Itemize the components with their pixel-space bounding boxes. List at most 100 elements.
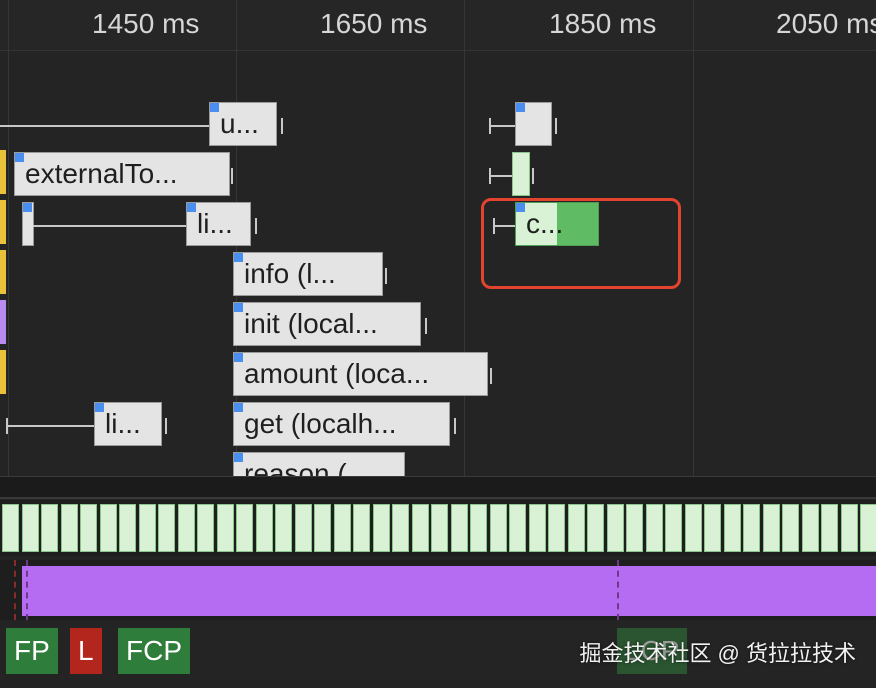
frame-cell[interactable] bbox=[294, 504, 312, 552]
whisker-cap bbox=[281, 118, 283, 134]
flame-bar-label: li... bbox=[105, 408, 141, 439]
frame-cell[interactable] bbox=[743, 504, 760, 552]
frame-cell[interactable] bbox=[158, 504, 175, 552]
frame-cell[interactable] bbox=[333, 504, 351, 552]
frame-cell[interactable] bbox=[860, 504, 876, 552]
frame-cell[interactable] bbox=[216, 504, 234, 552]
bar-corner-marker bbox=[234, 353, 243, 362]
frame-cell[interactable] bbox=[704, 504, 721, 552]
flame-bar-label: u... bbox=[220, 108, 259, 139]
frame-cell[interactable] bbox=[450, 504, 468, 552]
duration-whisker bbox=[6, 425, 95, 427]
frame-cell[interactable] bbox=[60, 504, 78, 552]
bar-corner-marker bbox=[95, 403, 104, 412]
duration-whisker bbox=[489, 175, 513, 177]
flame-bar-label: init (local... bbox=[244, 308, 378, 339]
watermark-text: 掘金技术社区 @ 货拉拉技术 bbox=[579, 641, 856, 666]
flame-bar-green-small[interactable] bbox=[512, 152, 530, 196]
frame-cell[interactable] bbox=[587, 504, 604, 552]
marker-dashed-line bbox=[617, 560, 619, 620]
whisker-cap bbox=[425, 318, 427, 334]
frame-cell[interactable] bbox=[138, 504, 156, 552]
timing-marker-l[interactable]: L bbox=[70, 628, 102, 674]
frame-cell[interactable] bbox=[509, 504, 526, 552]
time-ruler[interactable]: 1450 ms 1650 ms 1850 ms 2050 ms bbox=[0, 0, 876, 51]
flame-bar-u[interactable]: u... bbox=[209, 102, 277, 146]
frame-cell[interactable] bbox=[275, 504, 292, 552]
whisker-cap bbox=[532, 168, 534, 184]
flame-bar-label: get (localh... bbox=[244, 408, 397, 439]
flame-bar-amount[interactable]: amount (loca... bbox=[233, 352, 488, 396]
frame-cell[interactable] bbox=[684, 504, 702, 552]
main-task-block[interactable] bbox=[22, 566, 876, 616]
frame-cell[interactable] bbox=[840, 504, 858, 552]
main-thread-track[interactable] bbox=[0, 560, 876, 620]
frame-cell[interactable] bbox=[80, 504, 97, 552]
whisker-cap bbox=[255, 218, 257, 234]
marker-dashed-line bbox=[14, 560, 16, 620]
whisker-cap bbox=[385, 268, 387, 284]
frame-cell[interactable] bbox=[801, 504, 819, 552]
frame-cell[interactable] bbox=[314, 504, 331, 552]
frame-cell[interactable] bbox=[2, 504, 19, 552]
frame-cell[interactable] bbox=[197, 504, 214, 552]
tick-label-1650: 1650 ms bbox=[320, 8, 428, 39]
frame-cell[interactable] bbox=[236, 504, 253, 552]
frame-cell[interactable] bbox=[99, 504, 117, 552]
flame-bar-li-1[interactable]: li... bbox=[186, 202, 251, 246]
tick-label-2050: 2050 ms bbox=[776, 8, 876, 39]
frame-cell[interactable] bbox=[626, 504, 643, 552]
whisker-cap bbox=[555, 118, 557, 134]
frame-cell[interactable] bbox=[470, 504, 487, 552]
frame-cell[interactable] bbox=[431, 504, 448, 552]
frame-cell[interactable] bbox=[645, 504, 663, 552]
frame-cell[interactable] bbox=[21, 504, 39, 552]
marker-dashed-line bbox=[26, 560, 28, 620]
track-divider[interactable] bbox=[0, 476, 876, 499]
frame-cell[interactable] bbox=[41, 504, 58, 552]
flame-bar-external-to[interactable]: externalTo... bbox=[14, 152, 230, 196]
frame-cell[interactable] bbox=[548, 504, 565, 552]
edge-strip bbox=[0, 200, 6, 244]
bar-corner-marker bbox=[210, 103, 219, 112]
flame-bar-tiny[interactable] bbox=[22, 202, 34, 246]
frame-cell[interactable] bbox=[528, 504, 546, 552]
frame-cell[interactable] bbox=[489, 504, 507, 552]
frame-cell[interactable] bbox=[723, 504, 741, 552]
frame-cell[interactable] bbox=[353, 504, 370, 552]
bar-corner-marker bbox=[15, 153, 24, 162]
timing-marker-fp[interactable]: FP bbox=[6, 628, 58, 674]
frame-cell[interactable] bbox=[606, 504, 624, 552]
flame-bar-info[interactable]: info (l... bbox=[233, 252, 383, 296]
flame-bar-get[interactable]: get (localh... bbox=[233, 402, 450, 446]
frame-cell[interactable] bbox=[665, 504, 682, 552]
frame-cell[interactable] bbox=[255, 504, 273, 552]
flame-bar-small[interactable] bbox=[515, 102, 552, 146]
flame-bar-label: li... bbox=[197, 208, 233, 239]
flame-bar-li-2[interactable]: li... bbox=[94, 402, 162, 446]
timing-marker-fcp[interactable]: FCP bbox=[118, 628, 190, 674]
flame-chart[interactable]: u... externalTo... li... c... info (l...… bbox=[0, 50, 876, 476]
frames-track[interactable] bbox=[0, 500, 876, 556]
bar-corner-marker bbox=[234, 403, 243, 412]
frame-cell[interactable] bbox=[177, 504, 195, 552]
flame-bar-init[interactable]: init (local... bbox=[233, 302, 421, 346]
flame-bar-label: reason (... bbox=[244, 458, 371, 476]
flame-bar-label: amount (loca... bbox=[244, 358, 430, 389]
whisker-cap bbox=[165, 418, 167, 434]
frame-cell[interactable] bbox=[762, 504, 780, 552]
frame-cell[interactable] bbox=[821, 504, 838, 552]
flame-bar-reason[interactable]: reason (... bbox=[233, 452, 405, 476]
whisker-cap bbox=[490, 368, 492, 384]
frame-cell[interactable] bbox=[119, 504, 136, 552]
frame-cell[interactable] bbox=[372, 504, 390, 552]
edge-strip bbox=[0, 150, 6, 194]
frame-cell[interactable] bbox=[567, 504, 585, 552]
edge-strip bbox=[0, 300, 6, 344]
frame-cell[interactable] bbox=[411, 504, 429, 552]
whisker-cap bbox=[454, 418, 456, 434]
frame-cell[interactable] bbox=[392, 504, 409, 552]
flame-bar-label: externalTo... bbox=[25, 158, 178, 189]
frame-cell[interactable] bbox=[782, 504, 799, 552]
bar-corner-marker bbox=[187, 203, 196, 212]
